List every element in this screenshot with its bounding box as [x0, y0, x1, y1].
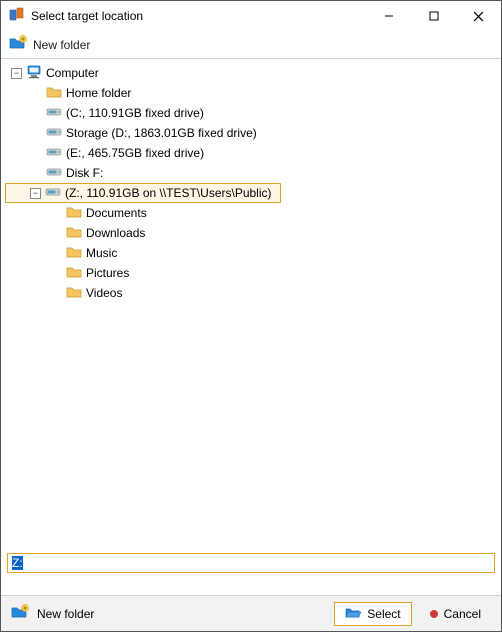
maximize-button[interactable] — [411, 1, 456, 31]
tree-label: Computer — [46, 66, 99, 80]
cancel-icon — [430, 610, 438, 618]
select-button-label: Select — [367, 607, 400, 621]
folder-icon — [46, 85, 62, 101]
tree-node-home[interactable]: Home folder — [5, 83, 497, 103]
drive-icon — [46, 166, 62, 180]
tree-label: (Z:, 110.91GB on \\TEST\Users\Public) — [65, 186, 272, 200]
tree-node-downloads[interactable]: Downloads — [5, 223, 497, 243]
tree-label: (C:, 110.91GB fixed drive) — [66, 106, 204, 120]
tree-node-drive-c[interactable]: (C:, 110.91GB fixed drive) — [5, 103, 497, 123]
location-tree[interactable]: − Computer Home folder (C:, 110.91GB fix… — [1, 59, 501, 549]
tree-node-documents[interactable]: Documents — [5, 203, 497, 223]
tree-label: (E:, 465.75GB fixed drive) — [66, 146, 204, 160]
path-input[interactable] — [7, 553, 495, 573]
tree-label: Disk F: — [66, 166, 103, 180]
folder-icon — [66, 265, 82, 281]
folder-icon — [66, 245, 82, 261]
window-title: Select target location — [31, 9, 143, 23]
tree-node-videos[interactable]: Videos — [5, 283, 497, 303]
cancel-button-label: Cancel — [444, 607, 481, 621]
folder-icon — [66, 225, 82, 241]
tree-label: Storage (D:, 1863.01GB fixed drive) — [66, 126, 257, 140]
tree-label: Downloads — [86, 226, 145, 240]
bottom-bar: New folder Select Cancel — [1, 595, 501, 631]
tree-node-drive-z[interactable]: − (Z:, 110.91GB on \\TEST\Users\Public) — [5, 183, 281, 203]
tree-label: Music — [86, 246, 117, 260]
tree-node-drive-d[interactable]: Storage (D:, 1863.01GB fixed drive) — [5, 123, 497, 143]
tree-node-disk-f[interactable]: Disk F: — [5, 163, 497, 183]
tree-label: Pictures — [86, 266, 129, 280]
drive-icon — [45, 186, 61, 200]
tree-label: Documents — [86, 206, 147, 220]
tree-node-pictures[interactable]: Pictures — [5, 263, 497, 283]
computer-icon — [26, 65, 42, 82]
open-folder-icon — [345, 606, 361, 622]
expand-toggle[interactable]: − — [30, 188, 41, 199]
new-folder-label-top[interactable]: New folder — [33, 38, 90, 52]
drive-icon — [46, 126, 62, 140]
expand-toggle[interactable]: − — [11, 68, 22, 79]
new-folder-icon[interactable] — [11, 604, 29, 623]
app-icon — [9, 7, 25, 26]
tree-node-music[interactable]: Music — [5, 243, 497, 263]
close-button[interactable] — [456, 1, 501, 31]
new-folder-label-bottom[interactable]: New folder — [37, 607, 94, 621]
tree-node-computer[interactable]: − Computer — [5, 63, 497, 83]
tree-node-drive-e[interactable]: (E:, 465.75GB fixed drive) — [5, 143, 497, 163]
toolbar-top: New folder — [1, 31, 501, 59]
tree-label: Videos — [86, 286, 122, 300]
title-bar: Select target location — [1, 1, 501, 31]
drive-icon — [46, 106, 62, 120]
select-button[interactable]: Select — [334, 602, 411, 626]
cancel-button[interactable]: Cancel — [420, 602, 491, 626]
folder-icon — [66, 205, 82, 221]
new-folder-icon[interactable] — [9, 35, 27, 54]
path-area — [1, 549, 501, 595]
tree-label: Home folder — [66, 86, 131, 100]
drive-icon — [46, 146, 62, 160]
folder-icon — [66, 285, 82, 301]
minimize-button[interactable] — [366, 1, 411, 31]
